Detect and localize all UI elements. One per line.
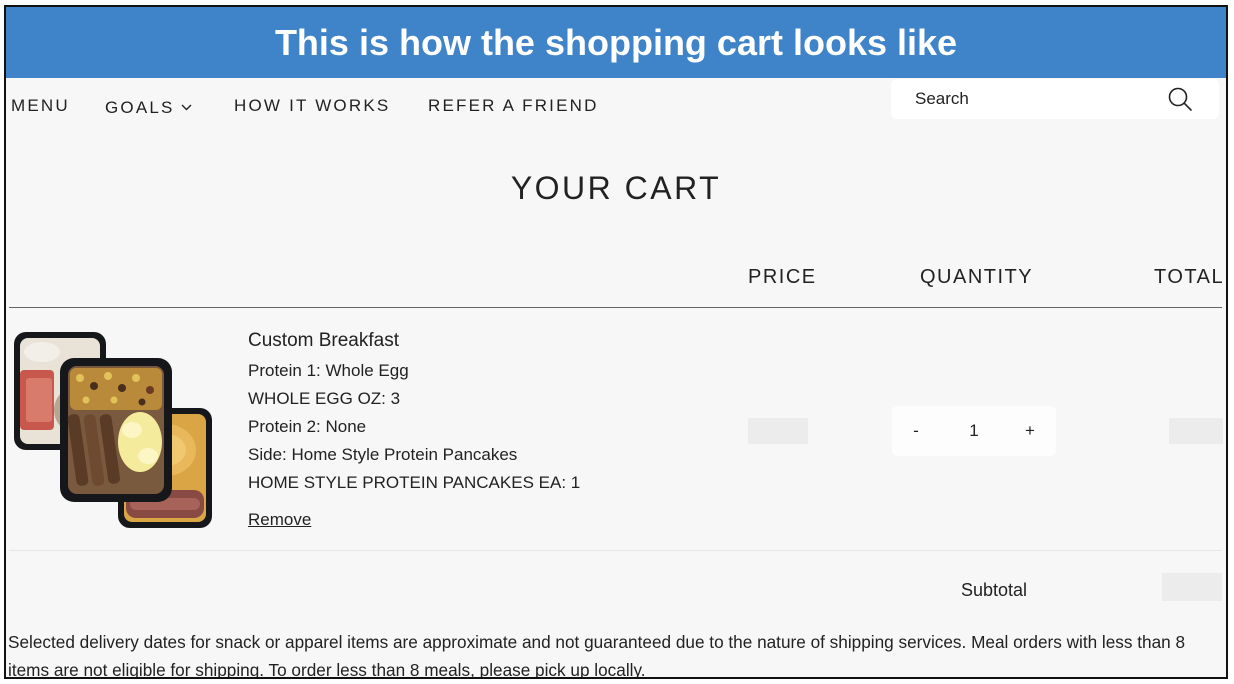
remove-item-link[interactable]: Remove	[248, 510, 311, 530]
quantity-decrement-button[interactable]: -	[896, 406, 936, 456]
chevron-down-icon	[181, 96, 192, 116]
header-divider	[9, 307, 1222, 308]
column-header-price: PRICE	[748, 266, 817, 288]
cart-item-option: WHOLE EGG OZ: 3	[248, 389, 401, 408]
page-title: YOUR CART	[510, 170, 722, 206]
nav-item-label: HOW IT WORKS	[234, 96, 391, 115]
shipping-note: Selected delivery dates for snack or app…	[8, 632, 1186, 679]
product-image[interactable]	[12, 330, 212, 530]
screenshot-frame: This is how the shopping cart looks like…	[4, 5, 1228, 679]
nav-item-how-it-works[interactable]: HOW IT WORKS	[234, 96, 390, 116]
item-price-placeholder	[748, 418, 808, 444]
cart-item-option: HOME STYLE PROTEIN PANCAKES EA: 1	[248, 473, 581, 492]
quantity-increment-button[interactable]: +	[1010, 406, 1050, 456]
cart-item-name[interactable]: Custom Breakfast	[248, 330, 399, 352]
item-total-placeholder	[1169, 418, 1223, 444]
search-box	[891, 79, 1219, 119]
search-icon[interactable]	[1167, 86, 1193, 112]
cart-item-option: Protein 1: Whole Egg	[248, 361, 409, 380]
subtotal-value-placeholder	[1162, 573, 1222, 601]
column-header-quantity: QUANTITY	[920, 266, 1034, 288]
quantity-input[interactable]	[948, 406, 1000, 456]
nav-item-label: MENU	[11, 96, 70, 115]
nav-item-label: GOALS	[105, 98, 175, 117]
nav-item-goals[interactable]: GOALS	[105, 96, 192, 118]
cart-item-option: Side: Home Style Protein Pancakes	[248, 445, 518, 464]
nav-item-refer-a-friend[interactable]: REFER A FRIEND	[428, 96, 599, 116]
banner-title: This is how the shopping cart looks like	[6, 7, 1226, 78]
cart-item-option: Protein 2: None	[248, 417, 367, 436]
nav-item-label: REFER A FRIEND	[428, 96, 599, 115]
quantity-stepper: - +	[892, 406, 1056, 456]
search-input[interactable]	[913, 84, 1157, 114]
column-header-total: TOTAL	[1154, 266, 1225, 288]
subtotal-label: Subtotal	[961, 580, 1028, 600]
item-divider	[9, 550, 1222, 551]
nav-item-menu[interactable]: MENU	[11, 96, 70, 116]
